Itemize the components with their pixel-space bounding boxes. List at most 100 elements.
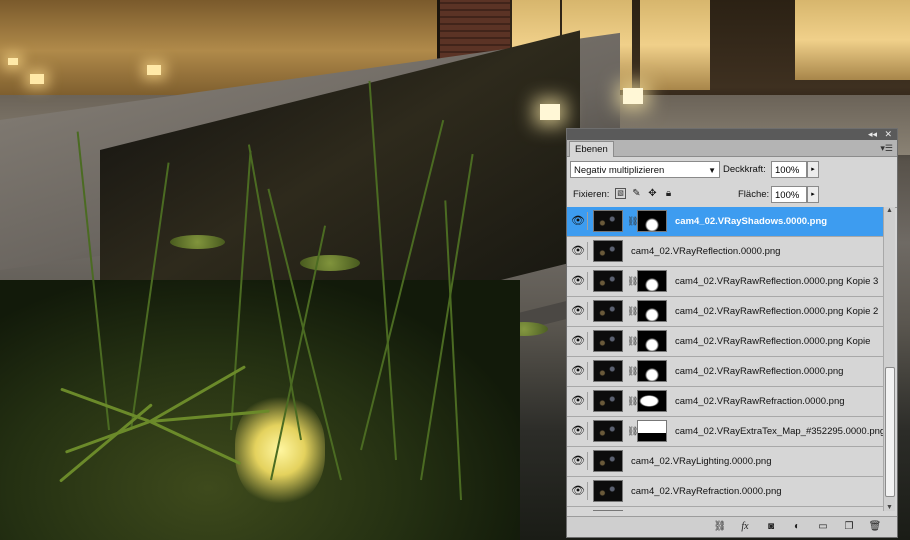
layer-row[interactable]: 👁︎ ⛓ cam4_02.VRayRawReflection.0000.png — [567, 357, 885, 387]
visibility-eye-icon[interactable]: 👁︎ — [569, 272, 588, 290]
layer-name[interactable]: cam4_02.VRayShadows.0000.png — [675, 207, 827, 236]
layers-panel: ◂◂ ✕ Ebenen ▾☰ Negativ multiplizieren ▼ … — [566, 128, 898, 538]
visibility-eye-icon[interactable]: 👁︎ — [569, 362, 588, 380]
panel-menu-icon[interactable]: ▾☰ — [880, 143, 893, 154]
layer-row[interactable]: 👁︎ ⛓ cam4_02.VRayShadows.0000.png — [567, 207, 885, 237]
mask-link-icon[interactable]: ⛓ — [627, 275, 638, 287]
layer-row[interactable]: 👁︎ ⛓ cam4_02.VRayRawRefraction.0000.png — [567, 387, 885, 417]
layer-name[interactable]: cam4_02.VRayExtraTex_Map_#352295.0000.pn… — [675, 417, 885, 446]
mask-link-icon[interactable]: ⛓ — [627, 305, 638, 317]
layer-name[interactable]: cam4_02.VRayRawReflection.0000.png Kopie… — [675, 267, 878, 296]
layer-row[interactable]: 👁︎ cam4_02.VRayReflection.0000.png — [567, 237, 885, 267]
lock-row: Fixieren: ▧ ✎ ✥ 🔒︎ Fläche: 100% ▸ — [567, 183, 897, 208]
layer-name[interactable]: cam4_02.VRayRawReflection.0000.png Kopie — [675, 327, 870, 356]
blend-mode-select[interactable]: Negativ multiplizieren ▼ — [570, 161, 720, 178]
layer-name[interactable]: cam4_02.VRayRefraction.0000.png — [631, 477, 782, 506]
blend-row: Negativ multiplizieren ▼ Deckkraft: 100%… — [567, 157, 897, 183]
visibility-eye-icon[interactable]: 👁︎ — [569, 302, 588, 320]
layer-mask-thumbnail[interactable] — [637, 360, 667, 382]
light-cube — [540, 104, 560, 120]
fill-label: Fläche: — [738, 189, 770, 200]
trash-icon[interactable]: 🗑︎ — [867, 520, 883, 534]
lily-pad — [170, 235, 225, 249]
add-mask-icon[interactable]: ◙ — [763, 520, 779, 534]
layer-list: 👁︎ ⛓ cam4_02.VRayShadows.0000.png 👁︎ cam4_02… — [567, 207, 885, 511]
layer-name[interactable]: cam4_02.VRayRawRefraction.0000.png — [675, 387, 845, 416]
layer-row[interactable]: 👁︎ ⛓ cam4_02.VRayRawReflection.0000.png Ko… — [567, 297, 885, 327]
visibility-eye-icon[interactable]: 👁︎ — [569, 422, 588, 440]
mask-link-icon[interactable]: ⛓ — [627, 425, 638, 437]
fill-input[interactable]: 100% — [771, 186, 807, 203]
scroll-down-icon[interactable]: ▼ — [885, 504, 894, 511]
layer-thumbnail[interactable] — [593, 480, 623, 502]
visibility-eye-icon[interactable]: 👁︎ — [569, 212, 588, 230]
mask-link-icon[interactable]: ⛓ — [627, 215, 638, 227]
layer-row[interactable]: 👁︎ ⛓ cam4_02.VRayRawReflection.0000.png Ko… — [567, 267, 885, 297]
layer-thumbnail[interactable] — [593, 240, 623, 262]
visibility-eye-icon[interactable]: 👁︎ — [569, 482, 588, 500]
lock-all-icon[interactable]: 🔒︎ — [663, 188, 674, 199]
panel-tab-bar: Ebenen ▾☰ — [567, 140, 897, 157]
scroll-up-icon[interactable]: ▲ — [885, 207, 894, 214]
visibility-eye-icon[interactable]: 👁︎ — [569, 242, 588, 260]
layer-mask-thumbnail[interactable] — [637, 270, 667, 292]
lamp-light — [147, 65, 161, 75]
visibility-eye-icon[interactable]: 👁︎ — [569, 392, 588, 410]
mask-link-icon[interactable]: ⛓ — [627, 365, 638, 377]
layer-row[interactable]: 👁︎ cam4_02.VRayLighting.0000.png — [567, 447, 885, 477]
panel-footer: ⛓ fx ◙ ◐ ▭ ❐ 🗑︎ — [567, 516, 897, 537]
blend-mode-value: Negativ multiplizieren — [574, 165, 665, 176]
layer-row[interactable]: 👁︎ cam4_02.VRayRefraction.0000.png — [567, 477, 885, 507]
layer-name[interactable]: cam4_02.VRayRawReflection.0000.png Kopie… — [675, 297, 878, 326]
fill-slider-button[interactable]: ▸ — [807, 186, 819, 203]
panel-title-bar[interactable]: ◂◂ ✕ — [567, 129, 897, 140]
layer-name[interactable]: cam4_02.VRayLighting.0000.png — [631, 447, 772, 476]
layer-thumbnail[interactable] — [593, 300, 623, 322]
fx-icon[interactable]: fx — [737, 520, 753, 534]
lock-position-icon[interactable]: ✥ — [647, 188, 658, 199]
layer-name[interactable]: cam4_02.RGB_color.0000.png — [631, 507, 761, 511]
opacity-slider-button[interactable]: ▸ — [807, 161, 819, 178]
layer-list-scrollbar[interactable]: ▲ ▼ — [883, 207, 895, 511]
layer-mask-thumbnail[interactable] — [637, 390, 667, 412]
lamp-light — [30, 74, 44, 84]
tab-layers[interactable]: Ebenen — [569, 141, 614, 157]
visibility-eye-icon[interactable]: 👁︎ — [569, 332, 588, 350]
lock-transparent-pixels-icon[interactable]: ▧ — [615, 188, 626, 199]
layer-thumbnail[interactable] — [593, 360, 623, 382]
layer-thumbnail[interactable] — [593, 420, 623, 442]
light-cube — [623, 88, 643, 104]
new-group-icon[interactable]: ▭ — [815, 520, 831, 534]
mask-link-icon[interactable]: ⛓ — [627, 335, 638, 347]
link-icon[interactable]: ⛓ — [712, 520, 728, 534]
layer-thumbnail[interactable] — [593, 330, 623, 352]
layer-thumbnail[interactable] — [593, 390, 623, 412]
chevron-down-icon: ▼ — [708, 166, 716, 175]
layer-thumbnail[interactable] — [593, 510, 623, 511]
close-icon[interactable]: ✕ — [884, 129, 892, 140]
lock-image-pixels-icon[interactable]: ✎ — [631, 188, 642, 199]
layer-mask-thumbnail[interactable] — [637, 420, 667, 442]
layer-thumbnail[interactable] — [593, 450, 623, 472]
adjustment-layer-icon[interactable]: ◐ — [789, 520, 805, 534]
layer-row[interactable]: 👁︎cam4_02.RGB_color.0000.png — [567, 507, 885, 511]
layer-mask-thumbnail[interactable] — [637, 330, 667, 352]
layer-mask-thumbnail[interactable] — [637, 300, 667, 322]
window — [795, 0, 910, 80]
layer-thumbnail[interactable] — [593, 270, 623, 292]
lock-label: Fixieren: — [573, 189, 610, 200]
visibility-eye-icon[interactable]: 👁︎ — [569, 452, 588, 470]
layer-name[interactable]: cam4_02.VRayRawReflection.0000.png — [675, 357, 843, 386]
layer-thumbnail[interactable] — [593, 210, 623, 232]
layer-mask-thumbnail[interactable] — [637, 210, 667, 232]
window — [640, 0, 710, 90]
opacity-input[interactable]: 100% — [771, 161, 807, 178]
scrollbar-thumb[interactable] — [885, 367, 895, 497]
lily-pad — [300, 255, 360, 271]
new-layer-icon[interactable]: ❐ — [841, 520, 857, 534]
layer-row[interactable]: 👁︎ ⛓ cam4_02.VRayRawReflection.0000.png Ko… — [567, 327, 885, 357]
double-left-arrow-icon[interactable]: ◂◂ — [868, 129, 877, 140]
layer-name[interactable]: cam4_02.VRayReflection.0000.png — [631, 237, 780, 266]
layer-row[interactable]: 👁︎ ⛓ cam4_02.VRayExtraTex_Map_#352295.0000… — [567, 417, 885, 447]
mask-link-icon[interactable]: ⛓ — [627, 395, 638, 407]
